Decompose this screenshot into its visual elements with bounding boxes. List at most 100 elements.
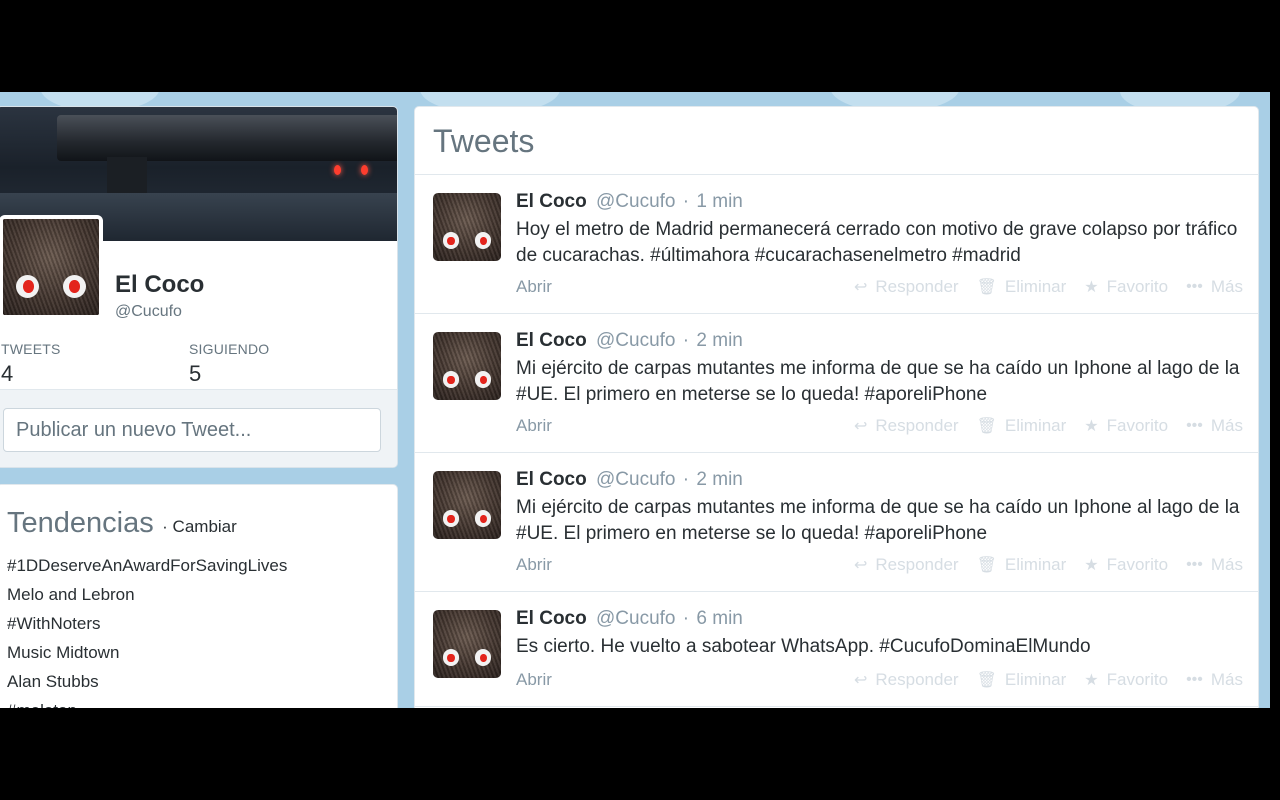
profile-name[interactable]: El Coco [115,271,204,299]
tweet-author-name[interactable]: El Coco [516,191,587,212]
reply-button[interactable]: ↩ Responder [854,277,959,297]
tweet-text: Mi ejército de carpas mutantes me inform… [516,497,1240,544]
more-label: Más [1210,416,1243,435]
trends-change-link[interactable]: · Cambiar [162,517,237,536]
tweet-author-name[interactable]: El Coco [516,469,587,490]
stat-following[interactable]: SIGUIENDO 5 [189,341,269,387]
favorite-button[interactable]: ★ Favorito [1084,555,1168,575]
favorite-label: Favorito [1106,416,1169,435]
tweet-separator: · [682,330,690,351]
favorite-button[interactable]: ★ Favorito [1084,670,1168,690]
tweet[interactable]: El Coco @Cucufo · 2 min Mi ejército de c… [415,453,1258,592]
tweet-header: El Coco @Cucufo · 2 min [516,469,743,491]
banner-furniture [57,115,397,161]
profile-card: El Coco @Cucufo TWEETS 4 SIGUIENDO 5 Pub… [0,106,398,468]
tweet-actions: ↩ Responder 🗑 Eliminar ★ Favorito ••• Más [836,555,1243,575]
reply-label: Responder [875,416,959,435]
star-icon: ★ [1084,672,1099,689]
favorite-label: Favorito [1106,670,1169,689]
more-label: Más [1210,555,1243,574]
stat-following-value: 5 [189,361,202,386]
tweet-footer: Abrir ↩ Responder 🗑 Eliminar ★ Favorito •••… [516,555,1243,575]
trend-item[interactable]: Melo and Lebron [7,580,287,609]
trends-list: #1DDeserveAnAwardForSavingLives Melo and… [7,551,287,708]
letterbox-top [0,0,1280,92]
stat-tweets-value: 4 [1,361,14,386]
favorite-button[interactable]: ★ Favorito [1084,277,1168,297]
trash-icon: 🗑 [976,418,997,435]
tweet[interactable]: El Coco @Cucufo · 6 min Es cierto. He vu… [415,592,1258,707]
more-button[interactable]: ••• Más [1186,277,1243,297]
tweet-footer: Abrir ↩ Responder 🗑 Eliminar ★ Favorito •••… [516,277,1243,297]
tweet-avatar[interactable] [433,610,501,678]
reply-button[interactable]: ↩ Responder [854,416,959,436]
more-button[interactable]: ••• Más [1186,670,1243,690]
twitter-page: El Coco @Cucufo TWEETS 4 SIGUIENDO 5 Pub… [0,92,1270,708]
avatar-image [3,219,99,315]
tweet-avatar[interactable] [433,471,501,539]
reply-label: Responder [875,277,959,296]
tweet-timestamp[interactable]: 2 min [696,330,742,351]
tweet-timestamp[interactable]: 6 min [696,608,742,629]
tweet-open-link[interactable]: Abrir [516,277,552,297]
ellipsis-icon: ••• [1186,278,1203,295]
tweet-author-handle[interactable]: @Cucufo [596,191,676,212]
tweet-separator: · [682,608,690,629]
trend-item[interactable]: #meletop [7,696,287,708]
tweet[interactable]: El Coco @Cucufo · 2 min Mi ejército de c… [415,314,1258,453]
tweet-author-handle[interactable]: @Cucufo [596,608,676,629]
delete-label: Eliminar [1004,416,1067,435]
trend-item[interactable]: #WithNoters [7,609,287,638]
tweet-author-handle[interactable]: @Cucufo [596,469,676,490]
tweet-author-name[interactable]: El Coco [516,330,587,351]
banner-eye [334,165,341,175]
reply-button[interactable]: ↩ Responder [854,555,959,575]
trends-header: Tendencias · Cambiar [7,507,237,540]
delete-label: Eliminar [1004,277,1067,296]
trend-item[interactable]: Alan Stubbs [7,667,287,696]
tweet-timestamp[interactable]: 1 min [696,191,742,212]
tweets-timeline: Tweets El Coco @Cucufo · 1 min Hoy el me… [414,106,1259,708]
profile-avatar[interactable] [0,215,103,319]
reply-label: Responder [875,670,959,689]
reply-button[interactable]: ↩ Responder [854,670,959,690]
tweet-avatar[interactable] [433,332,501,400]
tweet-author-handle[interactable]: @Cucufo [596,330,676,351]
favorite-button[interactable]: ★ Favorito [1084,416,1168,436]
tweet-footer: Abrir ↩ Responder 🗑 Eliminar ★ Favorito •••… [516,416,1243,436]
tweet-actions: ↩ Responder 🗑 Eliminar ★ Favorito ••• Más [836,416,1243,436]
profile-handle[interactable]: @Cucufo [115,303,182,321]
more-button[interactable]: ••• Más [1186,416,1243,436]
tweet-header: El Coco @Cucufo · 6 min [516,608,743,630]
trash-icon: 🗑 [976,672,997,689]
star-icon: ★ [1084,279,1099,296]
tweet-open-link[interactable]: Abrir [516,555,552,575]
delete-button[interactable]: 🗑 Eliminar [977,555,1067,575]
new-tweet-input[interactable]: Publicar un nuevo Tweet... [3,408,381,452]
delete-button[interactable]: 🗑 Eliminar [977,277,1067,297]
tweet-actions: ↩ Responder 🗑 Eliminar ★ Favorito ••• Más [836,277,1243,297]
delete-button[interactable]: 🗑 Eliminar [977,416,1067,436]
tweet-separator: · [682,469,690,490]
tweet-open-link[interactable]: Abrir [516,416,552,436]
trends-card: Tendencias · Cambiar #1DDeserveAnAwardFo… [0,484,398,708]
timeline-title: Tweets [433,123,535,159]
tweet-timestamp[interactable]: 2 min [696,469,742,490]
tweet-footer: Abrir ↩ Responder 🗑 Eliminar ★ Favorito •••… [516,670,1243,690]
trend-item[interactable]: #1DDeserveAnAwardForSavingLives [7,551,287,580]
delete-button[interactable]: 🗑 Eliminar [977,670,1067,690]
timeline-header: Tweets [415,107,1258,175]
tweet-open-link[interactable]: Abrir [516,670,552,690]
banner-furniture-leg [107,157,147,195]
more-button[interactable]: ••• Más [1186,555,1243,575]
tweet-author-name[interactable]: El Coco [516,608,587,629]
tweet-header: El Coco @Cucufo · 2 min [516,330,743,352]
tweet[interactable]: El Coco @Cucufo · 1 min Hoy el metro de … [415,175,1258,314]
tweet-text: Hoy el metro de Madrid permanecerá cerra… [516,219,1238,266]
favorite-label: Favorito [1106,277,1169,296]
ellipsis-icon: ••• [1186,417,1203,434]
tweet-avatar[interactable] [433,193,501,261]
delete-label: Eliminar [1004,555,1067,574]
stat-tweets[interactable]: TWEETS 4 [1,341,61,387]
trend-item[interactable]: Music Midtown [7,638,287,667]
